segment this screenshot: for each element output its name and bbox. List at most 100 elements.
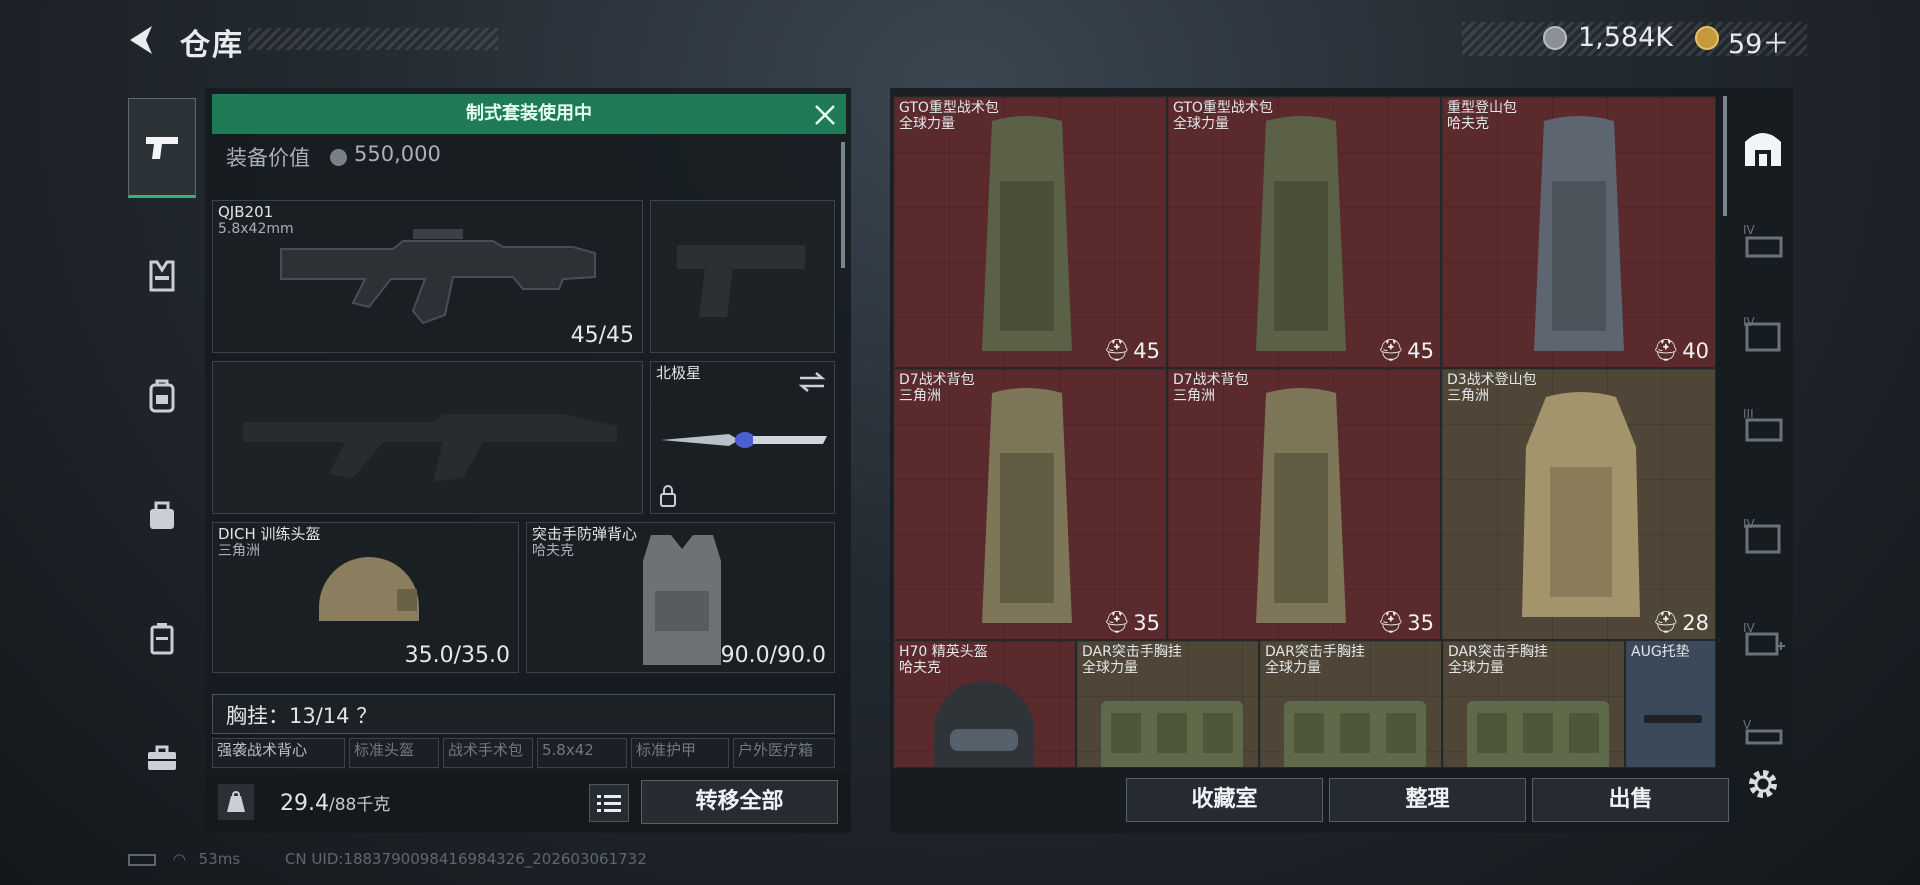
tier-box-icon: III — [1743, 407, 1783, 442]
item-count: ⛑ 40 — [1653, 338, 1709, 363]
preset-banner-text: 制式套装使用中 — [466, 103, 592, 124]
item-name: D7战术背包 — [1173, 372, 1249, 388]
item-count: ⛑ 45 — [1378, 338, 1434, 363]
stash-grid[interactable]: GTO重型战术包 全球力量 ⛑ 45 GTO重型战术包 全球力量 ⛑ 45 重型登山… — [893, 96, 1716, 768]
tier-label: IV — [1743, 517, 1756, 531]
stash-scrollbar[interactable] — [1723, 96, 1727, 216]
primary-weapon-slot[interactable]: QJB201 5.8x42mm 45/45 — [212, 200, 643, 353]
stash-tab-4[interactable]: IV — [1736, 494, 1790, 574]
stash-tab-5[interactable]: IV — [1736, 598, 1790, 678]
user-uid: CN UID:1883790098416984326_202603061732 — [284, 850, 647, 868]
category-case[interactable] — [128, 588, 196, 688]
stash-item[interactable]: DAR突击手胸挂 全球力量 — [1076, 640, 1259, 768]
banner-close-button[interactable] — [810, 100, 840, 130]
category-weapons[interactable] — [128, 98, 196, 198]
item-count-value: 45 — [1407, 338, 1434, 363]
backpack-image — [1522, 392, 1640, 617]
stash-item[interactable]: D7战术背包 三角洲 ⛑ 35 — [1167, 368, 1441, 640]
secondary-primary-slot[interactable] — [212, 361, 643, 514]
case-icon — [150, 623, 174, 655]
item-name: DAR突击手胸挂 — [1265, 644, 1365, 660]
weight-small-icon: ⛑ — [1103, 338, 1131, 362]
organize-button[interactable]: 整理 — [1329, 778, 1526, 822]
settings-button[interactable] — [1736, 744, 1790, 824]
backpack-image — [982, 388, 1072, 623]
primary-weapon-ammo: 45/45 — [570, 323, 634, 348]
stock-pad-image — [1644, 715, 1702, 723]
ping-value: 53ms — [198, 850, 241, 868]
item-brand: 哈夫克 — [1447, 116, 1489, 132]
stash-item[interactable]: GTO重型战术包 全球力量 ⛑ 45 — [893, 96, 1167, 368]
item-name: AUG托垫 — [1631, 644, 1690, 660]
stash-tab-2[interactable]: IV — [1736, 292, 1790, 372]
backpack-image — [1256, 388, 1346, 623]
stash-item[interactable]: DAR突击手胸挂 全球力量 — [1442, 640, 1625, 768]
stash-tab-3[interactable]: III — [1736, 384, 1790, 464]
item-count-value: 35 — [1133, 610, 1160, 635]
sell-button[interactable]: 出售 — [1532, 778, 1729, 822]
stash-item[interactable]: GTO重型战术包 全球力量 ⛑ 45 — [1167, 96, 1441, 368]
chest-chip[interactable]: 户外医疗箱 — [733, 738, 835, 768]
chest-chip[interactable]: 战术手术包 — [443, 738, 533, 768]
gold-coin-icon — [1695, 26, 1719, 50]
item-count: ⛑ 35 — [1104, 610, 1160, 635]
chest-chip[interactable]: 标准头盔 — [349, 738, 439, 768]
item-count: ⛑ 28 — [1653, 610, 1709, 635]
armor-slot[interactable]: 突击手防弹背心 哈夫克 90.0/90.0 — [526, 522, 835, 673]
collection-room-button[interactable]: 收藏室 — [1126, 778, 1323, 822]
stash-item[interactable]: D3战术登山包 三角洲 ⛑ 28 — [1441, 368, 1716, 640]
back-button[interactable] — [122, 20, 162, 60]
category-bag[interactable] — [128, 465, 196, 565]
tier-box-icon: V — [1743, 718, 1783, 745]
tier-box-icon: IV — [1743, 315, 1781, 352]
item-brand: 全球力量 — [1082, 660, 1138, 676]
bag-icon — [150, 501, 174, 529]
stash-item[interactable]: H70 精英头盔 哈夫克 — [893, 640, 1076, 768]
tier-box-icon: IV — [1743, 223, 1783, 258]
item-name: H70 精英头盔 — [899, 644, 988, 660]
category-toolbox[interactable] — [128, 708, 196, 808]
carry-weight-value: 29.4 — [280, 791, 329, 816]
back-arrow-icon — [130, 26, 152, 54]
chest-chip[interactable]: 标准护甲 — [631, 738, 729, 768]
chest-chip[interactable]: 强袭战术背心 — [212, 738, 345, 768]
item-count-value: 28 — [1682, 610, 1709, 635]
category-chest-rig[interactable] — [128, 226, 196, 326]
list-view-button[interactable] — [589, 784, 629, 822]
melee-slot[interactable]: 北极星 — [650, 361, 835, 514]
close-icon — [815, 105, 835, 125]
helmet-slot[interactable]: DICH 训练头盔 三角洲 35.0/35.0 — [212, 522, 519, 673]
silver-coin-icon — [1543, 26, 1567, 50]
item-name: DAR突击手胸挂 — [1082, 644, 1182, 660]
list-icon — [597, 795, 621, 812]
wifi-icon: ◠ — [172, 850, 186, 868]
item-brand: 全球力量 — [1173, 116, 1229, 132]
item-count-value: 35 — [1407, 610, 1434, 635]
chest-chip[interactable]: 5.8x42 — [537, 738, 627, 768]
gear-icon — [1749, 770, 1777, 798]
stash-item[interactable]: 重型登山包 哈夫克 ⛑ 40 — [1441, 96, 1716, 368]
swap-icon[interactable] — [798, 370, 826, 394]
stash-tab-1[interactable]: IV — [1736, 200, 1790, 280]
stash-item[interactable]: AUG托垫 — [1625, 640, 1716, 768]
currency-gold-amount: 59＋ — [1728, 29, 1790, 60]
carry-weight: 29.4/88千克 — [280, 790, 390, 816]
stash-item[interactable]: DAR突击手胸挂 全球力量 — [1259, 640, 1442, 768]
item-count: ⛑ 35 — [1378, 610, 1434, 635]
rifle-placeholder-icon — [243, 414, 617, 482]
chest-rig-icon — [149, 260, 175, 292]
loadout-scrollbar[interactable] — [841, 142, 845, 268]
stash-item[interactable]: D7战术背包 三角洲 ⛑ 35 — [893, 368, 1167, 640]
transfer-all-button[interactable]: 转移全部 — [641, 780, 838, 824]
secondary-weapon-slot[interactable] — [650, 200, 835, 353]
item-count-value: 40 — [1682, 338, 1709, 363]
currency-silver-amount: 1,584K — [1578, 22, 1674, 53]
weight-icon — [227, 791, 245, 812]
category-backpack[interactable] — [128, 346, 196, 446]
lock-icon — [660, 485, 676, 507]
helmet-image — [934, 681, 1034, 767]
item-brand: 三角洲 — [1447, 388, 1489, 404]
stash-tab-main[interactable] — [1736, 108, 1790, 188]
rifle-image — [280, 229, 596, 325]
chest-rig-image — [1284, 701, 1426, 767]
